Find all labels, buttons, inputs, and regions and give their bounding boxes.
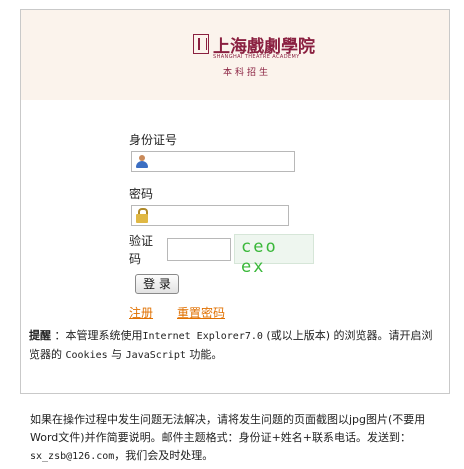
login-button[interactable]: 登 录 <box>135 274 179 294</box>
user-icon <box>135 154 149 169</box>
logo-seal-icon <box>193 34 209 54</box>
footer-email: sx_zsb@126.com <box>30 451 115 462</box>
password-field[interactable] <box>131 205 289 227</box>
footer-text-2: ，我们会及时处理。 <box>114 449 214 462</box>
reset-password-link[interactable]: 重置密码 <box>177 304 225 321</box>
footer-text-1: 如果在操作过程中发生问题无法解决，请将发生问题的页面截图以jpg图片(不要用Wo… <box>30 413 426 444</box>
notice-colon: ： <box>54 329 66 342</box>
captcha-label-line1: 验证 <box>129 234 154 248</box>
academy-logo: 上海戲劇學院 SHANGHAI THEATRE ACADEMY 本科招生 <box>193 32 315 84</box>
notice-javascript: JavaScript <box>125 350 186 361</box>
help-footer: 如果在操作过程中发生问题无法解决，请将发生问题的页面截图以jpg图片(不要用Wo… <box>30 411 450 466</box>
password-input[interactable] <box>132 207 288 227</box>
captcha-label-line2: 码 <box>129 252 142 266</box>
id-number-label: 身份证号 <box>129 133 178 147</box>
logo-english-name: SHANGHAI THEATRE ACADEMY <box>213 54 300 60</box>
lock-icon <box>135 208 149 223</box>
id-number-input[interactable] <box>132 153 294 173</box>
notice-text-4: 功能。 <box>189 348 223 361</box>
login-panel: 上海戲劇學院 SHANGHAI THEATRE ACADEMY 本科招生 身份证… <box>20 9 450 394</box>
notice-text-3: 与 <box>111 348 123 361</box>
notice-prefix: 提醒 <box>29 329 51 342</box>
logo-subtitle: 本科招生 <box>223 68 272 78</box>
captcha-input[interactable] <box>167 238 231 261</box>
id-number-field[interactable] <box>131 151 295 173</box>
password-label: 密码 <box>129 187 154 201</box>
register-link[interactable]: 注册 <box>129 304 153 321</box>
notice-cookies: Cookies <box>65 350 108 361</box>
header-banner: 上海戲劇學院 SHANGHAI THEATRE ACADEMY 本科招生 <box>21 10 449 100</box>
captcha-image-text: ceo ex <box>241 237 278 277</box>
browser-notice: 提醒 ：本管理系统使用Internet Explorer7.0 (或以上版本) … <box>29 327 443 365</box>
notice-browser: Internet Explorer7.0 <box>142 331 263 342</box>
notice-text-1: 本管理系统使用 <box>65 329 143 342</box>
captcha-image[interactable]: ceo ex <box>234 234 314 277</box>
